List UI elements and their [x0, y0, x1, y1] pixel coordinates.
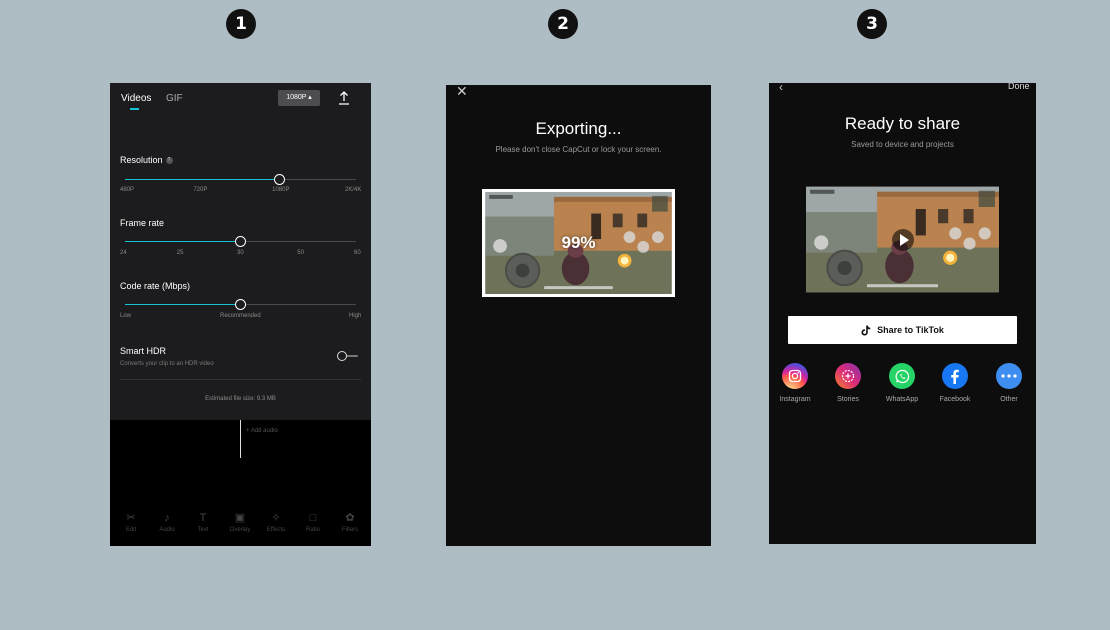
exporting-subtitle: Please don't close CapCut or lock your s… — [495, 145, 662, 154]
nav-audio[interactable]: ♪ Audio — [149, 511, 185, 533]
smart-hdr-toggle[interactable] — [337, 351, 358, 361]
share-to-tiktok-button[interactable]: Share to TikTok — [788, 316, 1017, 344]
nav-label: Text — [197, 527, 209, 533]
exporting-screen: ✕ Exporting... Please don't close CapCut… — [446, 85, 711, 546]
close-icon[interactable]: ✕ — [456, 85, 468, 98]
nav-label: Audio — [159, 527, 175, 533]
video-preview[interactable] — [806, 185, 999, 294]
active-tab-indicator — [130, 108, 139, 110]
ready-to-share-screen: ‹ Done Ready to share Saved to device an… — [769, 83, 1036, 544]
nav-label: Ratio — [305, 527, 320, 533]
tick-label: 1080P — [272, 187, 290, 193]
tick-label: Recommended — [220, 313, 261, 319]
effects-icon: ✧ — [271, 512, 281, 524]
step-badge-1: 1 — [226, 9, 256, 39]
tab-videos[interactable]: Videos — [121, 93, 151, 104]
facebook-icon — [942, 363, 968, 389]
share-label: Other — [1000, 396, 1018, 403]
tick-label: 2K/4K — [345, 187, 362, 193]
tick-label: 25 — [176, 250, 184, 256]
share-whatsapp[interactable]: WhatsApp — [876, 363, 928, 403]
code-rate-slider-fill — [125, 304, 241, 305]
tick-label: 30 — [237, 250, 244, 256]
nav-filters[interactable]: ✿ Filters — [332, 511, 368, 533]
help-icon[interactable]: ? — [165, 157, 173, 165]
share-targets: Instagram Stories WhatsApp Facebook Othe… — [769, 363, 1036, 413]
resolution-slider-fill — [125, 179, 280, 180]
tick-label: 480P — [120, 187, 135, 193]
nav-effects[interactable]: ✧ Effects — [258, 511, 294, 533]
divider — [120, 379, 361, 380]
export-progress-percent: 99% — [561, 233, 596, 252]
step-badge-3: 3 — [857, 9, 887, 39]
tick-label: 720P — [193, 187, 208, 193]
code-rate-label: Code rate (Mbps) — [120, 281, 191, 291]
tick-label: 60 — [354, 250, 361, 256]
frame-rate-slider-knob[interactable] — [235, 236, 246, 247]
scissors-icon: ✂ — [126, 512, 136, 524]
music-note-icon: ♪ — [164, 512, 170, 524]
resolution-dropdown[interactable]: 1080P ▴ — [278, 90, 320, 106]
ratio-icon: □ — [309, 512, 317, 524]
smart-hdr-label: Smart HDR — [120, 346, 167, 356]
frame-rate-slider-fill — [125, 241, 241, 242]
tiktok-button-label: Share to TikTok — [877, 325, 944, 335]
tab-gif[interactable]: GIF — [166, 93, 183, 104]
nav-label: Edit — [125, 527, 137, 533]
share-label: Facebook — [939, 396, 971, 403]
smart-hdr-description: Converts your clip to an HDR video — [120, 361, 214, 367]
nav-ratio[interactable]: □ Ratio — [295, 511, 331, 533]
nav-text[interactable]: T Text — [185, 511, 221, 533]
share-label: Instagram — [779, 396, 811, 403]
more-dots-icon — [996, 363, 1022, 389]
share-stories[interactable]: Stories — [822, 363, 874, 403]
code-rate-slider[interactable] — [125, 299, 356, 310]
filters-icon: ✿ — [345, 512, 355, 524]
done-button[interactable]: Done — [1008, 83, 1030, 91]
instagram-icon — [782, 363, 808, 389]
share-other[interactable]: Other — [983, 363, 1035, 403]
nav-overlay[interactable]: ▣ Overlay — [222, 511, 258, 533]
nav-label: Effects — [266, 527, 286, 533]
tick-label: Low — [120, 313, 132, 319]
play-icon[interactable] — [891, 228, 914, 251]
tick-label: High — [349, 313, 362, 319]
tick-label: 24 — [120, 250, 127, 256]
resolution-slider-knob[interactable] — [273, 174, 285, 185]
toggle-knob — [337, 351, 347, 361]
export-progress-thumbnail: 99% — [482, 189, 675, 297]
resolution-label: Resolution? — [120, 155, 173, 165]
nav-label: Filters — [341, 527, 359, 533]
overlay-icon: ▣ — [234, 512, 246, 524]
tick-label: 50 — [297, 250, 304, 256]
frame-rate-label: Frame rate — [120, 218, 165, 228]
back-chevron-icon[interactable]: ‹ — [779, 83, 783, 94]
exporting-title: Exporting... — [535, 119, 622, 138]
share-label: WhatsApp — [885, 396, 919, 403]
nav-edit[interactable]: ✂ Edit — [113, 511, 149, 533]
bottom-toolbar: ✂ Edit ♪ Audio T Text ▣ Overlay ✧ Effects □ Ra… — [110, 511, 371, 541]
stories-icon — [835, 363, 861, 389]
estimated-file-size: Estimated file size: 9.3 MB — [205, 396, 276, 402]
timeline-playhead — [240, 420, 241, 458]
step-badge-2: 2 — [548, 9, 578, 39]
code-rate-slider-knob[interactable] — [235, 299, 246, 310]
share-facebook[interactable]: Facebook — [929, 363, 981, 403]
add-audio-button[interactable]: + Add audio — [246, 428, 278, 434]
whatsapp-icon — [889, 363, 915, 389]
export-settings-screen: Videos GIF 1080P ▴ Resolution? 480P 720P 1… — [110, 83, 371, 546]
frame-rate-slider[interactable] — [125, 236, 356, 247]
share-instagram[interactable]: Instagram — [769, 363, 821, 403]
text-icon: T — [199, 512, 207, 524]
export-upload-icon[interactable] — [338, 91, 350, 105]
export-settings-panel: Videos GIF 1080P ▴ Resolution? 480P 720P 1… — [110, 83, 371, 420]
ready-subtitle: Saved to device and projects — [851, 140, 954, 149]
tiktok-icon — [861, 325, 871, 335]
resolution-slider[interactable] — [125, 174, 356, 185]
nav-label: Overlay — [229, 527, 251, 533]
ready-title: Ready to share — [844, 114, 961, 133]
share-label: Stories — [837, 396, 859, 403]
